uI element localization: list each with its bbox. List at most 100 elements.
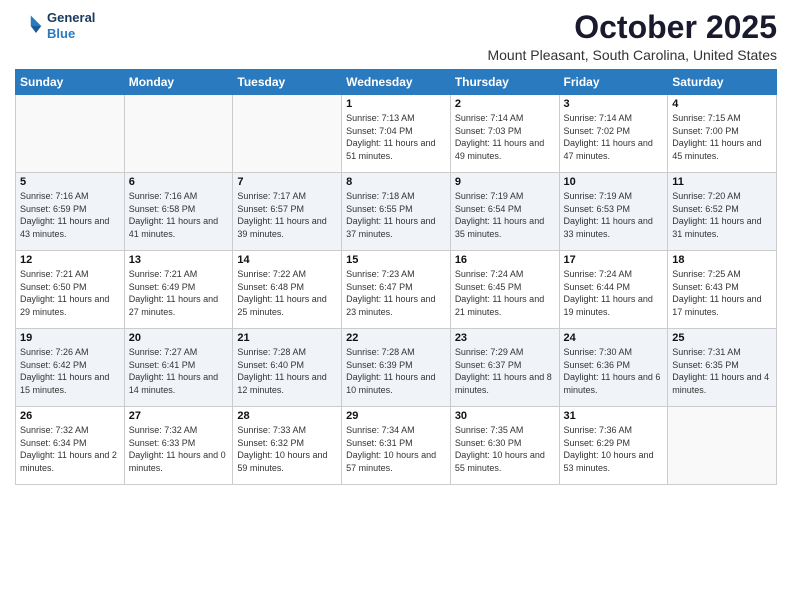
calendar-cell: 28 Sunrise: 7:33 AM Sunset: 6:32 PM Dayli… bbox=[233, 407, 342, 485]
calendar-cell: 1Sunrise: 7:13 AM Sunset: 7:04 PM Daylig… bbox=[342, 95, 451, 173]
day-number: 4 bbox=[672, 98, 772, 110]
day-info: Sunrise: 7:18 AM Sunset: 6:55 PM Dayligh… bbox=[346, 190, 446, 240]
day-info: Sunrise: 7:19 AM Sunset: 6:53 PM Dayligh… bbox=[564, 190, 664, 240]
day-number: 21 bbox=[237, 332, 337, 344]
logo-icon bbox=[15, 12, 43, 40]
calendar-cell bbox=[16, 95, 125, 173]
day-info: Sunrise: 7:20 AM Sunset: 6:52 PM Dayligh… bbox=[672, 190, 772, 240]
calendar-header-row: Sunday Monday Tuesday Wednesday Thursday… bbox=[16, 70, 777, 95]
calendar-cell: 19Sunrise: 7:26 AM Sunset: 6:42 PM Dayli… bbox=[16, 329, 125, 407]
logo-line2: Blue bbox=[47, 26, 95, 42]
day-number: 2 bbox=[455, 98, 555, 110]
day-info: Sunrise: 7:22 AM Sunset: 6:48 PM Dayligh… bbox=[237, 268, 337, 318]
calendar-cell: 29 Sunrise: 7:34 AM Sunset: 6:31 PM Dayli… bbox=[342, 407, 451, 485]
calendar-week-4: 19Sunrise: 7:26 AM Sunset: 6:42 PM Dayli… bbox=[16, 329, 777, 407]
day-number: 10 bbox=[564, 176, 664, 188]
calendar-cell: 20 Sunrise: 7:27 AM Sunset: 6:41 PM Dayli… bbox=[124, 329, 233, 407]
day-number: 29 bbox=[346, 410, 446, 422]
day-number: 13 bbox=[129, 254, 229, 266]
day-number: 3 bbox=[564, 98, 664, 110]
logo-text: General Blue bbox=[47, 10, 95, 41]
calendar-cell: 11 Sunrise: 7:20 AM Sunset: 6:52 PM Dayli… bbox=[668, 173, 777, 251]
day-number: 18 bbox=[672, 254, 772, 266]
day-info: Sunrise: 7:29 AM Sunset: 6:37 PM Dayligh… bbox=[455, 346, 555, 396]
day-info: Sunrise: 7:15 AM Sunset: 7:00 PM Dayligh… bbox=[672, 112, 772, 162]
calendar-cell: 24 Sunrise: 7:30 AM Sunset: 6:36 PM Dayli… bbox=[559, 329, 668, 407]
day-info: Sunrise: 7:27 AM Sunset: 6:41 PM Dayligh… bbox=[129, 346, 229, 396]
calendar-cell: 2 Sunrise: 7:14 AM Sunset: 7:03 PM Daylig… bbox=[450, 95, 559, 173]
calendar-cell: 26 Sunrise: 7:32 AM Sunset: 6:34 PM Dayli… bbox=[16, 407, 125, 485]
day-info: Sunrise: 7:21 AM Sunset: 6:49 PM Dayligh… bbox=[129, 268, 229, 318]
page: General Blue October 2025 Mount Pleasant… bbox=[0, 0, 792, 612]
day-number: 26 bbox=[20, 410, 120, 422]
day-number: 27 bbox=[129, 410, 229, 422]
day-number: 23 bbox=[455, 332, 555, 344]
day-info: Sunrise: 7:14 AM Sunset: 7:02 PM Dayligh… bbox=[564, 112, 664, 162]
calendar-cell: 12 Sunrise: 7:21 AM Sunset: 6:50 PM Dayli… bbox=[16, 251, 125, 329]
calendar-cell: 23 Sunrise: 7:29 AM Sunset: 6:37 PM Dayli… bbox=[450, 329, 559, 407]
calendar-cell: 17Sunrise: 7:24 AM Sunset: 6:44 PM Dayli… bbox=[559, 251, 668, 329]
calendar-cell: 31Sunrise: 7:36 AM Sunset: 6:29 PM Dayli… bbox=[559, 407, 668, 485]
calendar-cell: 6 Sunrise: 7:16 AM Sunset: 6:58 PM Daylig… bbox=[124, 173, 233, 251]
day-info: Sunrise: 7:21 AM Sunset: 6:50 PM Dayligh… bbox=[20, 268, 120, 318]
day-number: 24 bbox=[564, 332, 664, 344]
col-friday: Friday bbox=[559, 70, 668, 95]
day-number: 25 bbox=[672, 332, 772, 344]
calendar-cell: 27 Sunrise: 7:32 AM Sunset: 6:33 PM Dayli… bbox=[124, 407, 233, 485]
day-number: 16 bbox=[455, 254, 555, 266]
logo: General Blue bbox=[15, 10, 95, 41]
day-number: 28 bbox=[237, 410, 337, 422]
day-info: Sunrise: 7:16 AM Sunset: 6:58 PM Dayligh… bbox=[129, 190, 229, 240]
calendar-cell: 7Sunrise: 7:17 AM Sunset: 6:57 PM Daylig… bbox=[233, 173, 342, 251]
calendar-cell: 9 Sunrise: 7:19 AM Sunset: 6:54 PM Daylig… bbox=[450, 173, 559, 251]
day-number: 20 bbox=[129, 332, 229, 344]
day-number: 30 bbox=[455, 410, 555, 422]
location-title: Mount Pleasant, South Carolina, United S… bbox=[487, 47, 777, 63]
calendar-cell: 3 Sunrise: 7:14 AM Sunset: 7:02 PM Daylig… bbox=[559, 95, 668, 173]
day-info: Sunrise: 7:13 AM Sunset: 7:04 PM Dayligh… bbox=[346, 112, 446, 162]
logo-line1: General bbox=[47, 10, 95, 26]
calendar-cell: 30 Sunrise: 7:35 AM Sunset: 6:30 PM Dayli… bbox=[450, 407, 559, 485]
col-tuesday: Tuesday bbox=[233, 70, 342, 95]
calendar-cell: 18 Sunrise: 7:25 AM Sunset: 6:43 PM Dayli… bbox=[668, 251, 777, 329]
day-number: 6 bbox=[129, 176, 229, 188]
day-info: Sunrise: 7:35 AM Sunset: 6:30 PM Dayligh… bbox=[455, 424, 555, 474]
day-info: Sunrise: 7:26 AM Sunset: 6:42 PM Dayligh… bbox=[20, 346, 120, 396]
month-title: October 2025 bbox=[487, 10, 777, 45]
calendar-cell: 4 Sunrise: 7:15 AM Sunset: 7:00 PM Daylig… bbox=[668, 95, 777, 173]
calendar-week-2: 5 Sunrise: 7:16 AM Sunset: 6:59 PM Daylig… bbox=[16, 173, 777, 251]
day-info: Sunrise: 7:28 AM Sunset: 6:40 PM Dayligh… bbox=[237, 346, 337, 396]
calendar-cell: 5 Sunrise: 7:16 AM Sunset: 6:59 PM Daylig… bbox=[16, 173, 125, 251]
col-monday: Monday bbox=[124, 70, 233, 95]
day-info: Sunrise: 7:34 AM Sunset: 6:31 PM Dayligh… bbox=[346, 424, 446, 474]
calendar-cell: 13 Sunrise: 7:21 AM Sunset: 6:49 PM Dayli… bbox=[124, 251, 233, 329]
day-info: Sunrise: 7:32 AM Sunset: 6:33 PM Dayligh… bbox=[129, 424, 229, 474]
day-info: Sunrise: 7:33 AM Sunset: 6:32 PM Dayligh… bbox=[237, 424, 337, 474]
day-info: Sunrise: 7:14 AM Sunset: 7:03 PM Dayligh… bbox=[455, 112, 555, 162]
day-info: Sunrise: 7:28 AM Sunset: 6:39 PM Dayligh… bbox=[346, 346, 446, 396]
col-wednesday: Wednesday bbox=[342, 70, 451, 95]
day-number: 5 bbox=[20, 176, 120, 188]
day-number: 22 bbox=[346, 332, 446, 344]
day-number: 12 bbox=[20, 254, 120, 266]
day-info: Sunrise: 7:32 AM Sunset: 6:34 PM Dayligh… bbox=[20, 424, 120, 474]
col-saturday: Saturday bbox=[668, 70, 777, 95]
day-info: Sunrise: 7:25 AM Sunset: 6:43 PM Dayligh… bbox=[672, 268, 772, 318]
day-info: Sunrise: 7:16 AM Sunset: 6:59 PM Dayligh… bbox=[20, 190, 120, 240]
calendar-cell: 15Sunrise: 7:23 AM Sunset: 6:47 PM Dayli… bbox=[342, 251, 451, 329]
calendar-cell: 21 Sunrise: 7:28 AM Sunset: 6:40 PM Dayli… bbox=[233, 329, 342, 407]
title-area: October 2025 Mount Pleasant, South Carol… bbox=[487, 10, 777, 63]
day-number: 31 bbox=[564, 410, 664, 422]
calendar-cell: 8Sunrise: 7:18 AM Sunset: 6:55 PM Daylig… bbox=[342, 173, 451, 251]
calendar-cell: 16Sunrise: 7:24 AM Sunset: 6:45 PM Dayli… bbox=[450, 251, 559, 329]
day-number: 9 bbox=[455, 176, 555, 188]
calendar-cell bbox=[124, 95, 233, 173]
calendar-cell: 14 Sunrise: 7:22 AM Sunset: 6:48 PM Dayli… bbox=[233, 251, 342, 329]
day-info: Sunrise: 7:30 AM Sunset: 6:36 PM Dayligh… bbox=[564, 346, 664, 396]
calendar-week-3: 12 Sunrise: 7:21 AM Sunset: 6:50 PM Dayli… bbox=[16, 251, 777, 329]
day-number: 17 bbox=[564, 254, 664, 266]
day-info: Sunrise: 7:19 AM Sunset: 6:54 PM Dayligh… bbox=[455, 190, 555, 240]
day-number: 11 bbox=[672, 176, 772, 188]
calendar-cell: 25Sunrise: 7:31 AM Sunset: 6:35 PM Dayli… bbox=[668, 329, 777, 407]
day-number: 14 bbox=[237, 254, 337, 266]
